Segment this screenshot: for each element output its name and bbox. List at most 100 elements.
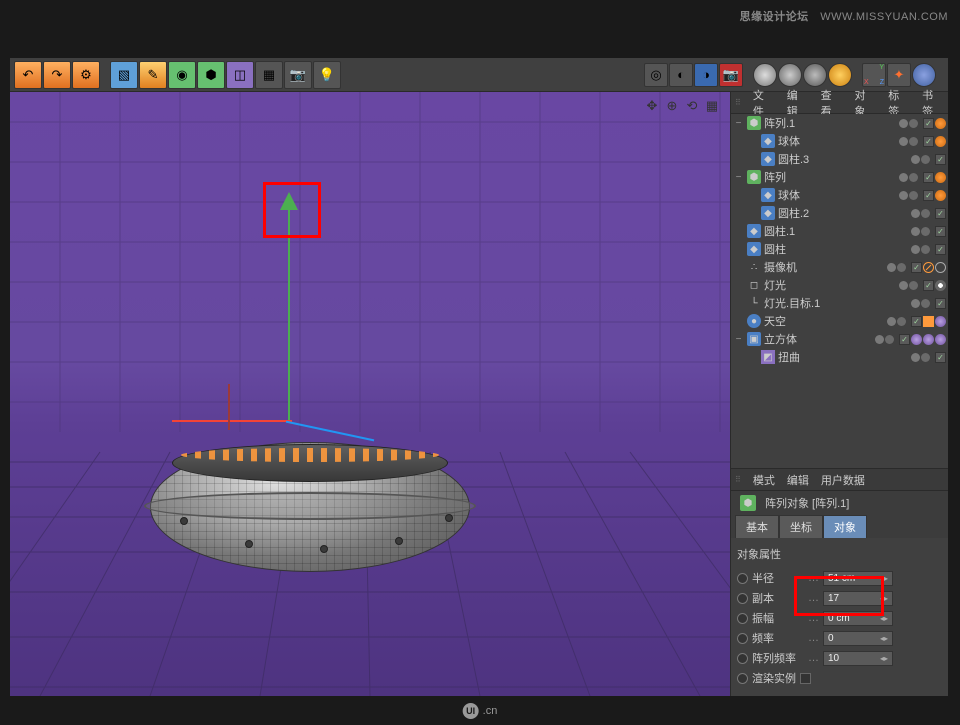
attr-bullet-icon [737, 573, 748, 584]
tree-item-name: 圆柱 [764, 241, 911, 257]
visibility-dot-render[interactable] [897, 263, 906, 272]
visibility-dot-render[interactable] [921, 209, 930, 218]
visibility-dot-editor[interactable] [899, 173, 908, 182]
tree-row[interactable]: −⬢阵列.1 ✓ [731, 114, 948, 132]
tree-row[interactable]: ◻灯光 ✓ [731, 276, 948, 294]
ufo-equator-ring [144, 492, 476, 520]
visibility-dot-render[interactable] [909, 281, 918, 290]
attr-row-render-instance: 渲染实例 [737, 668, 942, 688]
tree-row[interactable]: ◆球体 ✓ [731, 186, 948, 204]
spinner-icon[interactable]: ◂▸ [880, 634, 888, 643]
visibility-dot-render[interactable] [909, 173, 918, 182]
deformer-button[interactable]: ◫ [226, 61, 254, 89]
visibility-dot-render[interactable] [909, 191, 918, 200]
tree-item-name: 阵列.1 [764, 115, 899, 131]
render-instance-checkbox[interactable] [800, 673, 811, 684]
tree-expand-icon[interactable]: − [733, 334, 744, 345]
tree-row[interactable]: −⬢阵列 ✓ [731, 168, 948, 186]
light-button[interactable]: 💡 [313, 61, 341, 89]
material-ball-1[interactable] [753, 63, 777, 87]
viewport-background [10, 92, 730, 696]
visibility-dot-render[interactable] [921, 155, 930, 164]
visibility-dot-editor[interactable] [911, 245, 920, 254]
visibility-dot-editor[interactable] [911, 209, 920, 218]
tree-row[interactable]: ◆球体 ✓ [731, 132, 948, 150]
visibility-dot-editor[interactable] [887, 317, 896, 326]
visibility-dot-render[interactable] [921, 299, 930, 308]
fit-view-button[interactable]: ✦ [887, 63, 911, 87]
axis-toggle-button[interactable]: YXZ [862, 63, 886, 87]
visibility-dot-editor[interactable] [875, 335, 884, 344]
attribute-tabs: 基本 坐标 对象 [731, 515, 948, 538]
material-ball-2[interactable] [778, 63, 802, 87]
viewport-zoom-icon[interactable]: ⊕ [664, 98, 680, 114]
attribute-title-text: 阵列对象 [阵列.1] [765, 495, 849, 511]
visibility-dot-editor[interactable] [911, 353, 920, 362]
undo-button[interactable]: ↶ [14, 61, 42, 89]
visibility-dot-render[interactable] [921, 227, 930, 236]
tree-expand-icon[interactable]: − [733, 118, 744, 129]
visibility-dot-editor[interactable] [911, 227, 920, 236]
cube-primitive-button[interactable]: ▧ [110, 61, 138, 89]
tree-row[interactable]: −▣立方体 ✓ [731, 330, 948, 348]
tree-row[interactable]: ◆圆柱.1 ✓ [731, 222, 948, 240]
picture-viewer-button[interactable]: 📷 [719, 63, 743, 87]
array-button[interactable]: ⬢ [197, 61, 225, 89]
am-menu-mode[interactable]: 模式 [753, 472, 775, 488]
tree-row[interactable]: ●天空 ✓ [731, 312, 948, 330]
pen-tool-button[interactable]: ✎ [139, 61, 167, 89]
history-button[interactable]: ⚙ [72, 61, 100, 89]
visibility-dot-render[interactable] [897, 317, 906, 326]
panel-grip-icon[interactable]: ⠿ [735, 98, 739, 107]
tree-expand-icon[interactable]: − [733, 172, 744, 183]
visibility-dot-render[interactable] [909, 119, 918, 128]
nurbs-button[interactable]: ◉ [168, 61, 196, 89]
tree-row[interactable]: ∴摄像机 ✓ [731, 258, 948, 276]
viewport[interactable]: ✥ ⊕ ⟲ ▦ [10, 92, 730, 696]
visibility-dot-render[interactable] [885, 335, 894, 344]
render-view-button[interactable]: ◎ [644, 63, 668, 87]
ufo-model[interactable] [150, 442, 470, 572]
tree-item-name: 立方体 [764, 331, 875, 347]
tree-row[interactable]: ◆圆柱.2 ✓ [731, 204, 948, 222]
panel-grip-icon[interactable]: ⠿ [735, 475, 739, 484]
attr-value-field[interactable]: 0◂▸ [823, 631, 893, 646]
am-menu-userdata[interactable]: 用户数据 [821, 472, 865, 488]
visibility-dot-editor[interactable] [899, 119, 908, 128]
object-tree-empty-area[interactable] [731, 366, 948, 468]
viewport-rotate-icon[interactable]: ⟲ [684, 98, 700, 114]
render-active-button[interactable]: ◑ [694, 63, 718, 87]
material-ball-3[interactable] [803, 63, 827, 87]
environment-button[interactable]: ▦ [255, 61, 283, 89]
visibility-dot-render[interactable] [909, 137, 918, 146]
tree-row[interactable]: └灯光.目标.1 ✓ [731, 294, 948, 312]
viewport-pan-icon[interactable]: ✥ [644, 98, 660, 114]
attr-tab-basic[interactable]: 基本 [735, 515, 779, 538]
visibility-dot-editor[interactable] [899, 191, 908, 200]
layout-button[interactable] [912, 63, 936, 87]
viewport-layout-icon[interactable]: ▦ [704, 98, 720, 114]
visibility-dot-editor[interactable] [899, 281, 908, 290]
visibility-dot-editor[interactable] [899, 137, 908, 146]
attr-bullet-icon [737, 613, 748, 624]
camera-button[interactable]: 📷 [284, 61, 312, 89]
visibility-dot-editor[interactable] [911, 155, 920, 164]
attr-tab-coord[interactable]: 坐标 [779, 515, 823, 538]
tree-row[interactable]: ◩扭曲 ✓ [731, 348, 948, 366]
attr-tab-object[interactable]: 对象 [823, 515, 867, 538]
spinner-icon[interactable]: ◂▸ [880, 654, 888, 663]
visibility-dot-render[interactable] [921, 353, 930, 362]
render-region-button[interactable]: ◐ [669, 63, 693, 87]
attr-value-field[interactable]: 10◂▸ [823, 651, 893, 666]
material-ball-4[interactable] [828, 63, 852, 87]
redo-button[interactable]: ↷ [43, 61, 71, 89]
tree-item-name: 扭曲 [778, 349, 911, 365]
object-tree[interactable]: −⬢阵列.1 ✓◆球体 ✓◆圆柱.3 ✓−⬢阵列 ✓◆球体 ✓◆圆柱.2 ✓◆圆… [731, 114, 948, 366]
visibility-dot-editor[interactable] [911, 299, 920, 308]
tree-row[interactable]: ◆圆柱.3 ✓ [731, 150, 948, 168]
rotation-handle[interactable] [228, 384, 230, 430]
am-menu-edit[interactable]: 编辑 [787, 472, 809, 488]
tree-row[interactable]: ◆圆柱 ✓ [731, 240, 948, 258]
visibility-dot-render[interactable] [921, 245, 930, 254]
visibility-dot-editor[interactable] [887, 263, 896, 272]
